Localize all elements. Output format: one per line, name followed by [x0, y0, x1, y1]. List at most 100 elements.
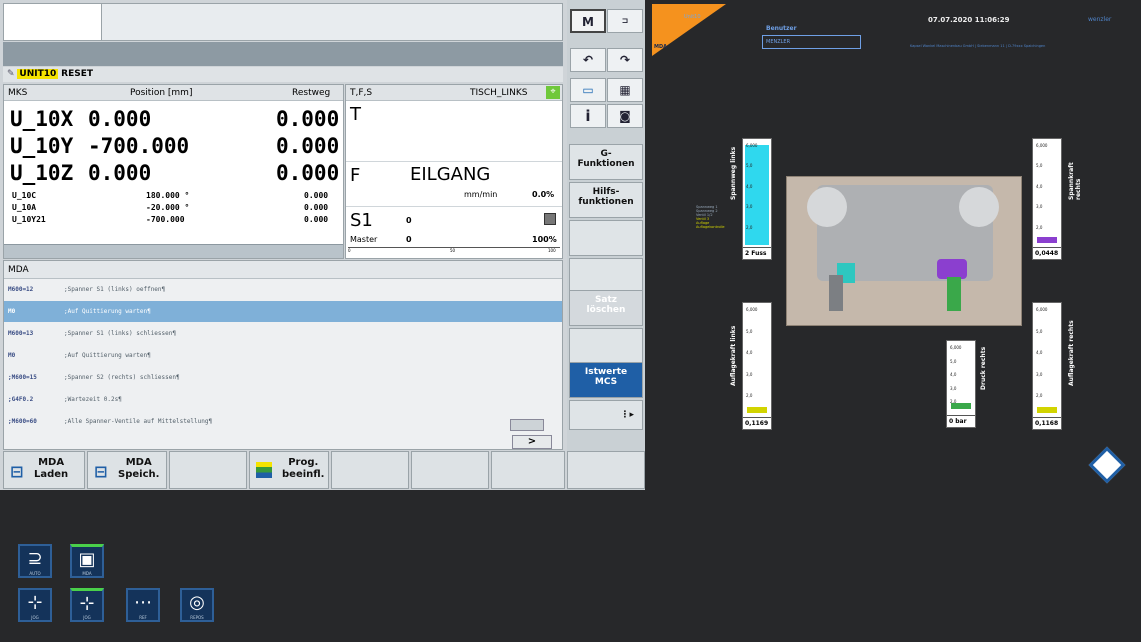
hsoft-empty-5[interactable]	[331, 451, 409, 489]
auto-key[interactable]: ⊇ AUTO	[18, 544, 52, 578]
axis-name: U_10C	[12, 191, 37, 200]
hilfsfunktionen-button[interactable]: Hilfs- funktionen	[569, 182, 643, 218]
gauge-fill-purple	[1037, 237, 1057, 243]
mda-line-number: M600=13	[8, 330, 34, 337]
scale-50: 50	[450, 248, 456, 253]
gauge-value: 0 bar	[947, 415, 975, 427]
mda-line[interactable]: M600=13 ;Spanner S1 (links) schliessen¶	[4, 323, 562, 344]
keyboard-icon[interactable]	[510, 419, 544, 431]
info-icon[interactable]: i	[570, 104, 606, 128]
mda-speich-button[interactable]: ⊟ MDA Speich.	[87, 451, 167, 489]
mda-line-number: ;G4F0.2	[8, 396, 34, 403]
mda-key[interactable]: ▣ MDA	[70, 544, 104, 578]
more-vertical-button[interactable]: ⋮▸	[569, 400, 643, 430]
camera-icon[interactable]: ◙	[607, 104, 643, 128]
navigation-icon[interactable]	[1088, 446, 1126, 484]
gauge-scale-label: 6,000	[746, 307, 758, 312]
position-header: Position [mm]	[130, 88, 193, 98]
mda-speich-label: MDA Speich.	[118, 457, 160, 480]
spindle-stop-icon	[544, 213, 556, 225]
scale-0: 0	[348, 248, 351, 253]
gauge-value: 0,1168	[1033, 417, 1061, 429]
repos-key[interactable]: ◎ REPOS	[180, 588, 214, 622]
vsoft-empty-6[interactable]	[569, 328, 643, 364]
redo-icon[interactable]: ↷	[607, 48, 643, 72]
mda-laden-button[interactable]: ⊟ MDA Laden	[3, 451, 85, 489]
vertical-softkeys: M ⊐ ↶ ↷ ▭ ▦ i ◙ G- Funktionen Hilfs- fun…	[567, 0, 645, 490]
gauge-value: 0,0448	[1033, 247, 1061, 259]
istwerte-mcs-button[interactable]: Istwerte MCS	[569, 362, 643, 398]
mda-line[interactable]: M0 ;Auf Quittierung warten¶	[4, 301, 562, 322]
clamp-left	[807, 187, 847, 227]
mda-laden-label: MDA Laden	[34, 457, 69, 480]
mda-line-comment: ;Wartezeit 0.2s¶	[64, 396, 122, 403]
gauge-spannweg-links: 2 Fuss 6,000 5,0 4,0 3,0 2,0	[742, 138, 772, 260]
gauge-scale-label: 3,0	[1036, 204, 1043, 210]
more-arrow-button[interactable]: >	[512, 435, 552, 449]
gauge-fill-yellow	[1037, 407, 1057, 413]
axis-name: U_10Y	[10, 134, 74, 158]
clamping-monitor: MDA Unit10 Benutzer MENZLER 07.07.2020 1…	[648, 0, 1141, 642]
calculator-icon[interactable]: ▦	[607, 78, 643, 102]
repos-key-label: REPOS	[190, 615, 204, 620]
prog-beeinfl-button[interactable]: Prog. beeinfl.	[249, 451, 329, 489]
axis-pos: -700.000	[88, 134, 190, 158]
gauge-scale-label: 2,0	[1036, 224, 1043, 230]
gauge-scale-label: 6,000	[1036, 143, 1048, 148]
fixture-image	[786, 176, 1022, 326]
mda-editor[interactable]: MDA M600=12 ;Spanner S1 (links) oeffnen¶ M…	[3, 260, 563, 450]
hsoft-empty-3[interactable]	[169, 451, 247, 489]
horizontal-softkeys: ⊟ MDA Laden ⊟ MDA Speich. Prog. beeinfl.	[3, 451, 645, 489]
gauge-spannkraft-rechts: 0,0448 6,000 5,0 4,0 3,0 2,0	[1032, 138, 1062, 260]
master-value: 0	[406, 235, 412, 244]
legend-line: Auflagekontrolle	[696, 225, 725, 229]
mda-line[interactable]: M0 ;Auf Quittierung warten¶	[4, 345, 562, 366]
mda-line[interactable]: ;M600=60 ;Alle Spanner-Ventile auf Mittel…	[4, 411, 562, 432]
gauge-fill-cyan	[745, 145, 769, 245]
axis-rest: 0.000	[304, 191, 329, 200]
user-field[interactable]: MENZLER	[762, 35, 861, 49]
mda-line-comment: ;Spanner S1 (links) oeffnen¶	[64, 286, 166, 293]
gauge-scale-label: 4,0	[950, 372, 957, 378]
load-icon: ⊟	[10, 462, 24, 481]
mda-key-label: MDA	[82, 571, 92, 576]
gauge-scale-label: 4,0	[1036, 350, 1043, 356]
hsoft-empty-6[interactable]	[411, 451, 489, 489]
post-left	[829, 275, 843, 311]
mda-line-comment: ;Auf Quittierung warten¶	[64, 308, 151, 315]
f-override: 0.0%	[532, 190, 555, 199]
jog2-key[interactable]: ⊹ JOG	[70, 588, 104, 622]
master-label: Master	[350, 235, 378, 244]
reset-status: RESET	[61, 69, 94, 79]
prog-beeinfl-label: Prog. beeinfl.	[282, 457, 325, 480]
gauge-value: 2 Fuss	[743, 247, 771, 259]
unit-tag: Unit10	[684, 14, 701, 20]
mda-line-comment: ;Alle Spanner-Ventile auf Mittelstellung…	[64, 418, 213, 425]
hsoft-empty-7[interactable]	[491, 451, 565, 489]
axis-pos: -20.000 °	[146, 203, 190, 212]
gauge-auflagekraft-links: 0,1169 6,000 5,0 4,0 3,0 2,0	[742, 302, 772, 430]
satz-loeschen-button[interactable]: Satz löschen	[569, 290, 643, 326]
user-label: Benutzer	[766, 25, 797, 32]
mda-line[interactable]: ;M600=15 ;Spanner S2 (rechts) schliessen¶	[4, 367, 562, 388]
g-funktionen-button[interactable]: G- Funktionen	[569, 144, 643, 180]
axis-rest: 0.000	[276, 134, 340, 158]
mda-line-number: M600=12	[8, 286, 34, 293]
gauge-scale-label: 5,0	[950, 358, 957, 364]
ref-key[interactable]: ⋯ REF	[126, 588, 160, 622]
jog-key[interactable]: ⊹ JOG	[18, 588, 52, 622]
label-spannweg-links: Spannweg links	[730, 146, 737, 200]
pdm-button[interactable]: ⊐	[607, 9, 643, 33]
undo-icon[interactable]: ↶	[570, 48, 606, 72]
save-icon: ⊟	[94, 462, 108, 481]
window-icon[interactable]: ▭	[570, 78, 606, 102]
m-mode-button[interactable]: M	[570, 9, 606, 33]
s-label: S1	[350, 210, 373, 231]
mda-line[interactable]: M600=12 ;Spanner S1 (links) oeffnen¶	[4, 279, 562, 300]
scale-100: 100	[548, 248, 556, 253]
hsoft-empty-8[interactable]	[567, 451, 645, 489]
label-druck-rechts: Druck rechts	[980, 346, 987, 390]
vsoft-empty-3[interactable]	[569, 220, 643, 256]
mda-line[interactable]: ;G4F0.2 ;Wartezeit 0.2s¶	[4, 389, 562, 410]
vsoft-empty-4[interactable]	[569, 258, 643, 294]
